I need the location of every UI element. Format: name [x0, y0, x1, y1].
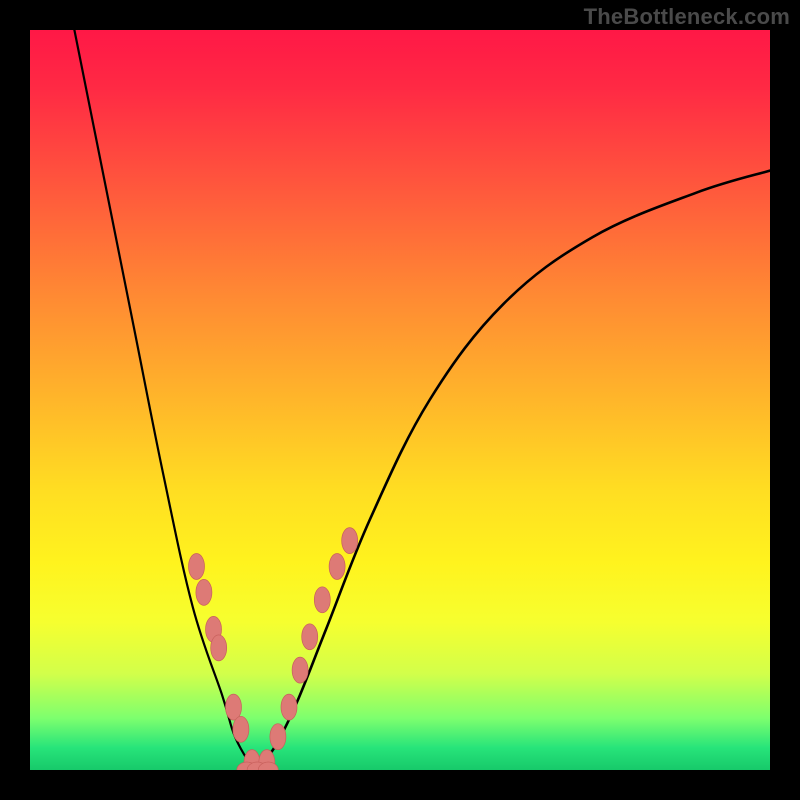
chart-stage: TheBottleneck.com — [0, 0, 800, 800]
watermark-text: TheBottleneck.com — [584, 4, 790, 30]
gradient-plot-area — [30, 30, 770, 770]
